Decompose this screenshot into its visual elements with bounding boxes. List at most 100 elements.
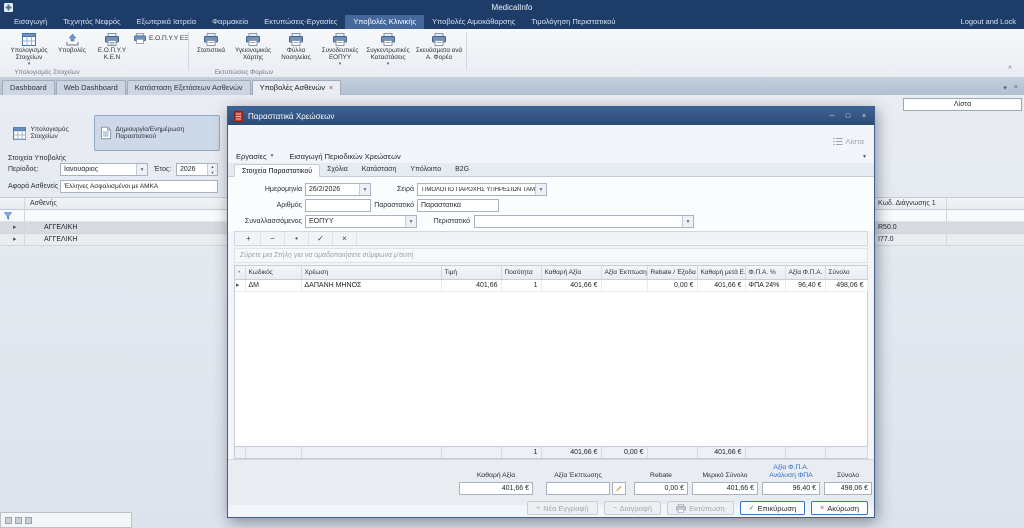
chevron-down-icon[interactable]: ▾ xyxy=(359,184,370,195)
ribbon-calc-button[interactable]: Υπολογισμός Στοιχείων ▾ xyxy=(6,31,52,69)
ribbon-summary-lists-button[interactable]: Συγκεντρωτικές Καταστάσεις ▾ xyxy=(364,31,412,69)
col-vat-pct[interactable]: Φ.Π.Α. % xyxy=(745,266,785,279)
cell-vat[interactable]: 96,40 € xyxy=(785,280,825,292)
rebate-field[interactable]: 0,00 € xyxy=(634,482,688,495)
subtotal-field[interactable]: 401,66 € xyxy=(692,482,758,495)
tabstrip-close-icon[interactable]: × xyxy=(1014,84,1018,92)
edit-row-button[interactable]: • xyxy=(285,233,309,245)
chevron-down-icon[interactable]: ▾ xyxy=(136,164,147,175)
incident-field[interactable]: ▾ xyxy=(474,215,694,228)
dialog-lista-button-disabled[interactable]: Λίστα xyxy=(833,135,865,147)
add-row-button[interactable]: + xyxy=(237,233,261,245)
col-charge[interactable]: Χρέωση xyxy=(301,266,441,279)
doc-type-field[interactable]: Παραστατικά xyxy=(417,199,499,212)
chevron-down-icon[interactable]: ▾ xyxy=(682,216,693,227)
group-by-panel[interactable]: Σύρετε μια Στήλη για να ομαδοποιήσετε σύ… xyxy=(234,248,868,263)
cancel-edit-button[interactable]: × xyxy=(333,233,357,245)
edit-discount-button[interactable] xyxy=(612,482,626,495)
col-patient[interactable]: Ασθενής xyxy=(30,198,57,209)
vat-analysis-link[interactable]: Ανάλυση ΦΠΑ xyxy=(762,472,820,480)
create-document-button[interactable]: Δημιουργία/Ενημέρωση Παραστατικού xyxy=(94,115,220,151)
ribbon-preparations-button[interactable]: Σκευάσματα ανά Α. Φορέα xyxy=(414,31,464,69)
validate-button[interactable]: ✓ Επικύρωση xyxy=(740,501,806,515)
ribbon-eopyy-escorts-button[interactable]: Συνοδευτικές ΕΟΠΥΥ ▾ xyxy=(318,31,362,69)
cell-rebate[interactable]: 0,00 € xyxy=(647,280,697,292)
menu-periodic-charges[interactable]: Εισαγωγή Περιοδικών Χρεώσεων xyxy=(289,152,400,161)
row-expand-icon[interactable]: ▸ xyxy=(13,234,17,246)
close-icon[interactable]: × xyxy=(856,107,872,125)
menu-ektyposeis-ergasies[interactable]: Εκτυπώσεις-Εργασίες xyxy=(256,15,345,29)
col-net-after[interactable]: Καθαρή μετά Ε... xyxy=(697,266,745,279)
minimize-icon[interactable]: ─ xyxy=(824,107,840,125)
date-field[interactable]: 26/2/2026 ▾ xyxy=(305,183,371,196)
col-code[interactable]: Κωδικός xyxy=(245,266,301,279)
charge-row[interactable]: ▸ ΔΜ ΔΑΠΑΝΗ ΜΗΝΟΣ 401,66 1 401,66 € 0,00… xyxy=(235,280,867,292)
col-price[interactable]: Τιμή xyxy=(441,266,501,279)
cell-discount[interactable] xyxy=(601,280,647,292)
ribbon-submissions-button[interactable]: Υποβολές xyxy=(54,31,90,69)
row-expand-icon[interactable]: ▸ xyxy=(13,222,17,234)
ribbon-health-map-button[interactable]: Υγειονομικός Χάρτης xyxy=(232,31,274,69)
maximize-icon[interactable]: □ xyxy=(840,107,856,125)
cancel-button[interactable]: × Ακύρωση xyxy=(811,501,868,515)
menu-exoterika-iatreia[interactable]: Εξωτερικά Ιατρεία xyxy=(129,15,204,29)
spinner-down-icon[interactable]: ▾ xyxy=(208,170,217,176)
dialog-titlebar[interactable]: Παραστατικά Χρεώσεων ─ □ × xyxy=(228,107,874,125)
counterparty-field[interactable]: ΕΟΠΥΥ ▾ xyxy=(305,215,417,228)
series-field[interactable]: ΤΙΜΟΛΟΓΙΟ ΠΑΡΟΧΗΣ ΥΠΗΡΕΣΙΩΝ ΤΑΜΕΙΩΝ ▾ xyxy=(417,183,547,196)
cell-net-after[interactable]: 401,66 € xyxy=(697,280,745,292)
chevron-down-icon[interactable]: ▾ xyxy=(535,184,546,195)
vat-amount-field[interactable]: 96,40 € xyxy=(762,482,820,495)
logout-and-lock-button[interactable]: Logout and Lock xyxy=(961,15,1016,29)
tab-stoicheia-parastatikou[interactable]: Στοιχεία Παραστατικού xyxy=(234,164,320,177)
cell-charge[interactable]: ΔΑΠΑΝΗ ΜΗΝΟΣ xyxy=(301,280,441,292)
tab-katastasi[interactable]: Κατάσταση xyxy=(355,163,404,176)
delete-button[interactable]: − Διαγραφή xyxy=(604,501,662,515)
cell-net[interactable]: 401,66 € xyxy=(541,280,601,292)
period-select[interactable]: Ιανουάριος ▾ xyxy=(60,163,148,176)
ribbon-stats-button[interactable]: Στατιστικά xyxy=(192,31,230,69)
col-net[interactable]: Καθαρή Αξία xyxy=(541,266,601,279)
grand-total-field[interactable]: 498,06 € xyxy=(824,482,872,495)
vat-amount-link[interactable]: Αξία Φ.Π.Α. xyxy=(762,464,820,472)
menu-timologisi-peristatikou[interactable]: Τιμολόγηση Περιστατικού xyxy=(523,15,623,29)
col-vat[interactable]: Αξία Φ.Π.Α. xyxy=(785,266,825,279)
print-button[interactable]: Εκτύπωση xyxy=(667,501,734,515)
discount-total-field[interactable] xyxy=(546,482,610,495)
accept-edit-button[interactable]: ✓ xyxy=(309,233,333,245)
number-field[interactable] xyxy=(305,199,371,212)
cell-vat-pct[interactable]: ΦΠΑ 24% xyxy=(745,280,785,292)
cell-qty[interactable]: 1 xyxy=(501,280,541,292)
menu-ypovoles-aimokatharsis[interactable]: Υποβολές Αιμοκάθαρσης xyxy=(424,15,523,29)
spinner-buttons[interactable]: ▴ ▾ xyxy=(207,164,217,175)
tab-katastasi-exetaseon[interactable]: Κατάσταση Εξετάσεων Ασθενών xyxy=(127,80,251,95)
tab-close-icon[interactable]: × xyxy=(329,85,333,92)
menu-overflow-icon[interactable]: ▾ xyxy=(863,153,866,160)
ribbon-nursing-sheets-button[interactable]: Φύλλα Νοσηλείας xyxy=(276,31,316,69)
menu-ypovoles-klinikis[interactable]: Υποβολές Κλινικής xyxy=(345,15,424,29)
tab-b2g[interactable]: B2G xyxy=(448,163,476,176)
menu-texnitos-nefros[interactable]: Τεχνητός Νεφρός xyxy=(55,15,128,29)
chevron-down-icon[interactable]: ▾ xyxy=(405,216,416,227)
col-rebate[interactable]: Rebate / Έξοδα xyxy=(647,266,697,279)
tab-dashboard[interactable]: Dashboard xyxy=(2,80,55,95)
tab-ypovoles-asthenon[interactable]: Υποβολές Ασθενών × xyxy=(252,80,342,95)
tab-sxolia[interactable]: Σχόλια xyxy=(320,163,355,176)
ribbon-eopyy-ex-button[interactable]: Ε.Ο.Π.Υ.Υ ΕΞ xyxy=(134,33,188,44)
ribbon-collapse-icon[interactable]: ^ xyxy=(1004,65,1016,75)
patients-scope-field[interactable]: Έλληνες Ασφαλισμένοι με ΑΜΚΑ xyxy=(60,180,218,193)
tab-web-dashboard[interactable]: Web Dashboard xyxy=(56,80,126,95)
calc-stoicheion-button[interactable]: Υπολογισμός Στοιχείων xyxy=(8,115,92,151)
col-total[interactable]: Σύνολο xyxy=(825,266,867,279)
menu-farmakeio[interactable]: Φαρμακείο xyxy=(204,15,256,29)
lista-button[interactable]: Λίστα xyxy=(903,98,1022,111)
net-total-field[interactable]: 401,66 € xyxy=(459,482,533,495)
cell-total[interactable]: 498,06 € xyxy=(825,280,867,292)
new-record-button[interactable]: + Νέα Εγγραφή xyxy=(527,501,597,515)
cell-price[interactable]: 401,66 xyxy=(441,280,501,292)
tab-list-icon[interactable]: ▾ xyxy=(1003,84,1007,92)
col-qty[interactable]: Ποσότητα xyxy=(501,266,541,279)
menu-ergasies[interactable]: Εργασίες xyxy=(236,152,267,161)
menu-eisagogi[interactable]: Εισαγωγή xyxy=(6,15,55,29)
cell-code[interactable]: ΔΜ xyxy=(245,280,301,292)
